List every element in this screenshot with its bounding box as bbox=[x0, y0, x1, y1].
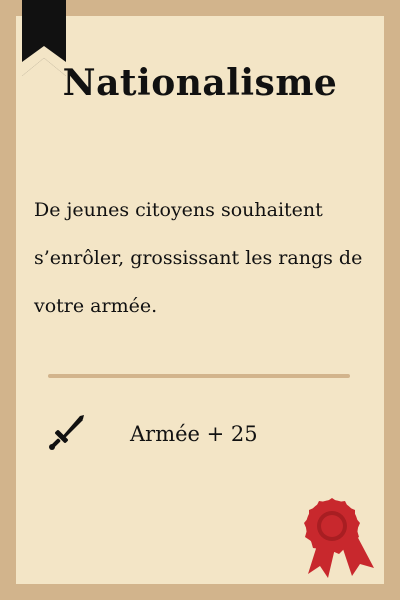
sword-icon bbox=[49, 415, 84, 450]
effect-army-bonus: Armée + 25 bbox=[130, 422, 258, 446]
wax-seal-icon bbox=[304, 498, 374, 578]
divider bbox=[48, 374, 350, 378]
card-description: De jeunes citoyens souhaitent s’enrôler,… bbox=[34, 199, 363, 317]
card-title: Nationalisme bbox=[62, 62, 338, 104]
